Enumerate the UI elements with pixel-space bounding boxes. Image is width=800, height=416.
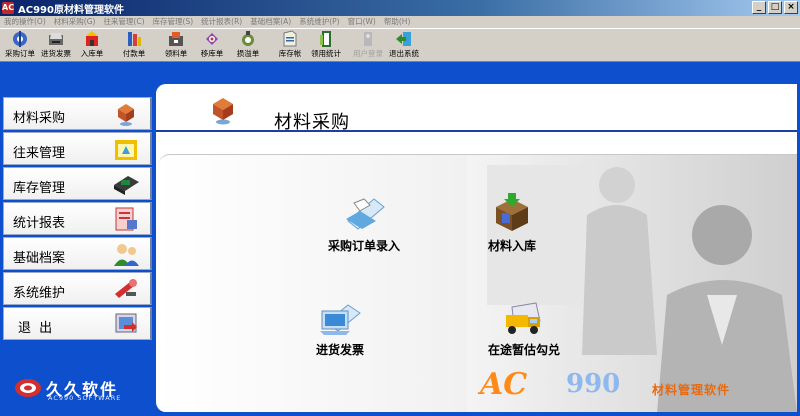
purchase-invoice-icon: [320, 304, 361, 335]
sidebar-item-maintenance[interactable]: 系统维护: [3, 272, 152, 305]
sidebar-item-reports[interactable]: 统计报表: [3, 202, 152, 235]
toolbar-usage-stats-button[interactable]: 领用统计: [308, 29, 344, 61]
toolbar-pick-button[interactable]: 领料单: [158, 29, 194, 61]
watermark-number: 990: [566, 369, 621, 399]
header-divider: [156, 130, 797, 132]
material-inbound-action[interactable]: 材料入库: [488, 191, 536, 254]
menu-my-operations[interactable]: 我的操作(O): [0, 16, 50, 28]
purchase-icon: [213, 98, 233, 125]
transfer-icon: [206, 33, 218, 45]
menu-accounts[interactable]: 往来管理(C): [99, 16, 148, 28]
toolbar-label: 付款单: [122, 49, 146, 58]
toolbar-label: 损溢单: [236, 49, 260, 58]
toolbar-payment-button[interactable]: 付款单: [116, 29, 152, 61]
menu-purchase[interactable]: 材料采购(G): [50, 16, 100, 28]
watermark-tagline: 材料管理软件: [652, 383, 731, 397]
material-inbound-icon: [496, 193, 528, 231]
menu-window[interactable]: 窗口(W): [344, 16, 380, 28]
sidebar-item-accounts[interactable]: 往来管理: [3, 132, 152, 165]
toolbar-label: 入库单: [80, 49, 104, 58]
sidebar-item-label: 基础档案: [13, 251, 66, 266]
sidebar-item-purchase[interactable]: 材料采购: [3, 97, 152, 130]
payment-icon: [128, 32, 141, 46]
toolbar-label: 退出系统: [389, 49, 419, 58]
brand-subtitle: AC990 SOFTWARE: [48, 394, 122, 402]
menu-reports[interactable]: 统计报表(R): [197, 16, 246, 28]
report-icon: [115, 207, 137, 231]
inbound-icon: [86, 31, 98, 46]
title-bar: AC AC990原材料管理软件 _ □ ×: [0, 0, 800, 16]
sidebar-item-label: 退 出: [18, 321, 55, 336]
exit-icon: [396, 32, 411, 46]
order-entry-action[interactable]: 采购订单录入: [328, 191, 400, 254]
stock-book-icon: [283, 30, 297, 47]
sidebar: 材料采购 往来管理 库存管理 统计报表 基础档案 系统维护 退 出: [3, 97, 152, 341]
toolbar-label: 领用统计: [311, 49, 341, 58]
in-transit-action[interactable]: 在途暂估勾兑: [488, 295, 560, 358]
invoice-icon: [49, 33, 63, 45]
watermark-ac: AC: [480, 367, 528, 402]
content-header: 材料采购: [156, 84, 797, 146]
sidebar-item-label: 系统维护: [13, 286, 66, 301]
sidebar-item-inventory[interactable]: 库存管理: [3, 167, 152, 200]
menu-inventory[interactable]: 库存管理(S): [149, 16, 198, 28]
content-panel: 材料采购 采购订单录入 材料入库 进货发票 在途暂估勾兑 AC 990 材料管理…: [156, 84, 797, 412]
toolbar-stock-book-button[interactable]: 库存帐: [272, 29, 308, 61]
sidebar-item-label: 材料采购: [13, 111, 66, 126]
action-label: 在途暂估勾兑: [488, 343, 561, 357]
sidebar-item-exit[interactable]: 退 出: [3, 307, 152, 340]
toolbar-label: 进货发票: [41, 49, 71, 58]
usage-stats-icon: [320, 31, 331, 47]
tools-icon: [115, 279, 137, 298]
toolbar-label: 用户登录: [353, 49, 383, 58]
menu-help[interactable]: 帮助(H): [380, 16, 415, 28]
sidebar-item-label: 往来管理: [13, 146, 66, 161]
header-strip: [0, 62, 800, 84]
toolbar-loss-button[interactable]: 损溢单: [230, 29, 266, 61]
toolbar-login-button[interactable]: 用户登录: [350, 29, 386, 61]
action-label: 采购订单录入: [328, 239, 401, 253]
menu-bar: 我的操作(O) 材料采购(G) 往来管理(C) 库存管理(S) 统计报表(R) …: [0, 16, 800, 28]
toolbar-transfer-button[interactable]: 移库单: [194, 29, 230, 61]
window-title: AC990原材料管理软件: [18, 5, 124, 16]
sidebar-item-label: 统计报表: [13, 216, 66, 231]
menu-maintenance[interactable]: 系统维护(P): [295, 16, 343, 28]
product-watermark: AC 990 材料管理软件: [480, 367, 780, 407]
app-icon: AC: [2, 2, 15, 14]
toolbar-inbound-button[interactable]: 入库单: [74, 29, 110, 61]
brand-logo: 久久软件 AC990 SOFTWARE: [14, 376, 144, 402]
content-body: 采购订单录入 材料入库 进货发票 在途暂估勾兑 AC 990 材料管理软件: [158, 154, 797, 412]
sidebar-item-label: 库存管理: [13, 181, 66, 196]
in-transit-icon: [506, 302, 541, 334]
purchase-invoice-action[interactable]: 进货发票: [316, 295, 364, 358]
toolbar-label: 领料单: [164, 49, 188, 58]
inventory-icon: [114, 176, 139, 195]
toolbar-purchase-order-button[interactable]: 采购订单: [2, 29, 38, 61]
window-controls: _ □ ×: [752, 1, 798, 14]
menu-base-archive[interactable]: 基础档案(A): [246, 16, 295, 28]
action-label: 进货发票: [316, 343, 365, 357]
sidebar-item-base-archive[interactable]: 基础档案: [3, 237, 152, 270]
toolbar-label: 采购订单: [5, 49, 35, 58]
company-logo-icon: [15, 379, 41, 397]
toolbar-invoice-button[interactable]: 进货发票: [38, 29, 74, 61]
pick-icon: [169, 32, 183, 46]
maximize-button[interactable]: □: [768, 1, 782, 14]
exit-icon: [115, 313, 137, 333]
minimize-button[interactable]: _: [752, 1, 766, 14]
order-icon: [13, 31, 27, 47]
order-entry-icon: [346, 198, 385, 230]
accounts-icon: [115, 140, 137, 160]
close-button[interactable]: ×: [784, 1, 798, 14]
users-icon: [114, 244, 139, 266]
toolbar-label: 库存帐: [278, 49, 302, 58]
loss-icon: [242, 31, 254, 46]
login-icon: [364, 32, 372, 46]
toolbar: 采购订单 进货发票 入库单 付款单 领料单 移库单 损溢单 库存帐 领用统计 用…: [0, 28, 800, 62]
toolbar-exit-button[interactable]: 退出系统: [386, 29, 422, 61]
toolbar-label: 移库单: [200, 49, 224, 58]
action-label: 材料入库: [488, 239, 537, 253]
purchase-icon: [118, 104, 134, 126]
